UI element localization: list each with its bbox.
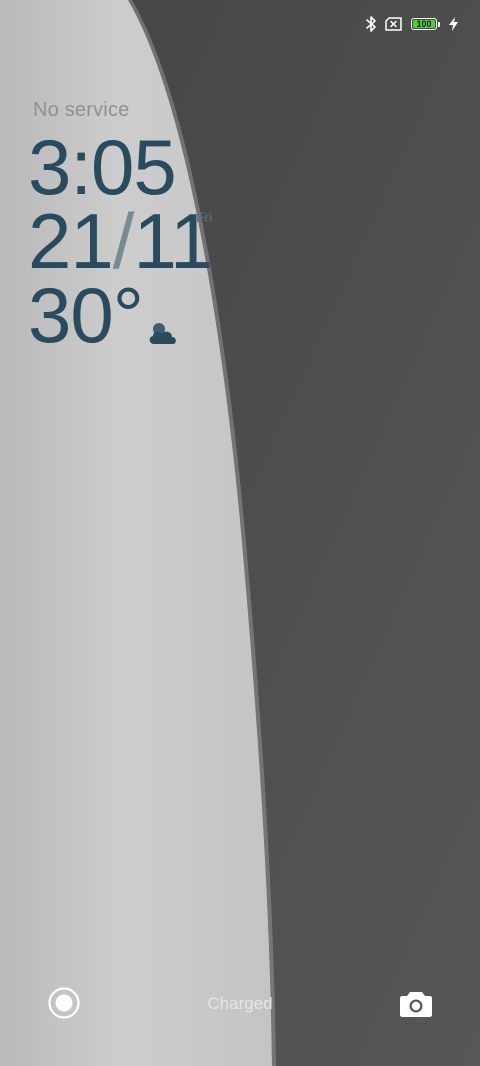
battery-fill: 100 [413,18,435,29]
weather-row: 30° [28,271,212,359]
date-day: 21 [28,197,114,285]
battery-level: 100 [416,18,432,29]
no-sim-icon [385,17,402,31]
charging-bolt-icon [449,17,458,31]
partly-cloudy-icon [149,323,176,344]
camera-icon[interactable] [399,988,433,1018]
clock-block: 3:05 21/11 Fri 30° [28,123,213,359]
lock-bottom-bar: Charged [0,984,480,1024]
status-bar: 100 [365,14,458,34]
bluetooth-icon [366,16,376,32]
battery-body: 100 [411,18,437,30]
battery-nub [438,21,440,27]
lock-date: 21/11 Fri [28,202,213,280]
lock-clock: 3:05 [28,123,177,211]
lock-screen: 100 No service 3:05 21/11 Fri 30° Charge… [0,0,480,1066]
carrier-status: No service [33,99,130,121]
weekday-label: Fri [196,209,213,225]
temperature: 30° [28,271,144,359]
date-separator: / [112,197,135,285]
battery-icon: 100 [411,17,441,31]
